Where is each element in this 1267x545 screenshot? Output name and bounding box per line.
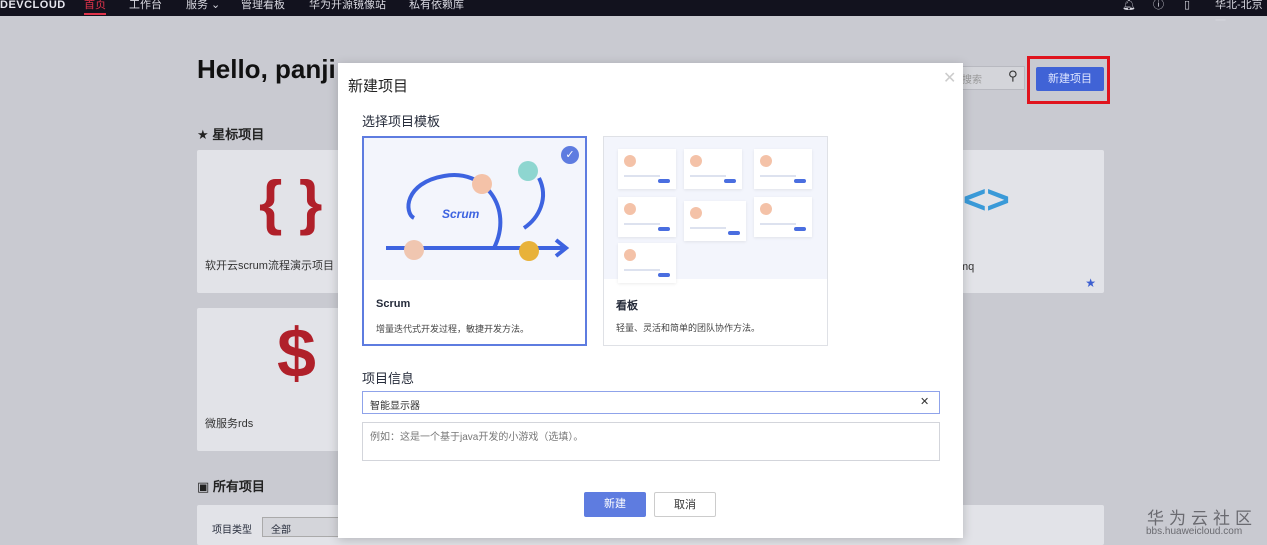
template-card-kanban[interactable]: 看板 轻量、灵活和简单的团队协作方法。	[603, 136, 828, 346]
template-section-title: 选择项目模板	[362, 114, 441, 129]
check-icon: ✓	[561, 146, 579, 164]
star-icon[interactable]: ★	[1085, 276, 1096, 290]
nav-private-repo[interactable]: 私有依赖库	[409, 0, 464, 13]
starred-section-title: ★ 星标项目	[197, 124, 264, 143]
nav-workbench[interactable]: 工作台	[129, 0, 162, 13]
bell-icon[interactable]: 🔔︎	[1122, 0, 1136, 13]
project-name-input[interactable]: 智能显示器	[362, 391, 940, 414]
project-description-input[interactable]: 例如：这是一个基于java开发的小游戏（选填）。	[362, 422, 940, 461]
dialog-title: 新建项目	[348, 78, 409, 95]
all-title: 所有项目	[212, 479, 265, 494]
kanban-illustration	[604, 137, 827, 283]
device-icon[interactable]: ▯	[1184, 0, 1190, 13]
project-name: 微服务rds	[205, 418, 254, 430]
greeting: Hello, panji	[197, 54, 336, 84]
create-button[interactable]: 新建	[584, 492, 646, 517]
logo[interactable]: DEVCLOUD	[0, 0, 66, 13]
search-icon[interactable]: ⚲	[1008, 68, 1018, 84]
template-name: 看板	[616, 300, 638, 312]
project-logo-icon: <>	[963, 178, 1010, 222]
watermark-url: bbs.huaweicloud.com	[1146, 526, 1243, 537]
template-desc: 增量迭代式开发过程，敏捷开发方法。	[376, 324, 530, 334]
nav-mirror[interactable]: 华为开源镜像站	[309, 0, 386, 13]
project-card[interactable]: { } 软开云scrum流程演示项目	[197, 150, 350, 293]
project-logo-icon: $	[277, 314, 316, 392]
filter-label: 项目类型	[212, 525, 252, 536]
nav-home[interactable]: 首页	[84, 0, 106, 15]
clear-icon[interactable]: ✕	[920, 395, 929, 408]
top-nav: DEVCLOUD 首页 工作台 服务 ⌄ 管理看板 华为开源镜像站 私有依赖库 …	[0, 0, 1267, 27]
nav-services-label: 服务	[186, 0, 208, 11]
scrum-illustration: Scrum	[364, 138, 585, 280]
nav-dashboard[interactable]: 管理看板	[241, 0, 285, 13]
star-icon: ★	[197, 127, 213, 142]
template-name: Scrum	[376, 298, 411, 310]
info-section-title: 项目信息	[362, 371, 415, 386]
starred-title: 星标项目	[212, 127, 265, 142]
chevron-down-icon: ⌄	[208, 0, 221, 11]
project-card[interactable]: <> mq ★	[955, 150, 1104, 293]
project-type-select[interactable]: 全部	[262, 517, 340, 537]
project-logo-icon: { }	[259, 169, 323, 236]
project-card[interactable]: $ 微服务rds	[197, 308, 350, 451]
all-section-title: ▣ 所有项目	[197, 476, 265, 495]
highlight-box	[1027, 56, 1110, 104]
project-name: 软开云scrum流程演示项目	[205, 260, 334, 272]
help-icon[interactable]: ⓘ	[1153, 0, 1164, 13]
new-project-dialog: 新建项目 ✕ 选择项目模板 Scrum ✓ Scrum 增量迭代式开发过程，敏捷…	[338, 63, 963, 538]
scrum-art-label: Scrum	[442, 207, 480, 221]
nav-services[interactable]: 服务 ⌄	[186, 0, 220, 13]
box-icon: ▣	[197, 479, 213, 494]
cancel-button[interactable]: 取消	[654, 492, 716, 517]
template-card-scrum[interactable]: Scrum ✓ Scrum 增量迭代式开发过程，敏捷开发方法。	[362, 136, 587, 346]
region-selector[interactable]: 华北-北京一	[1215, 0, 1267, 29]
close-icon[interactable]: ✕	[943, 68, 956, 88]
template-desc: 轻量、灵活和简单的团队协作方法。	[616, 323, 761, 333]
